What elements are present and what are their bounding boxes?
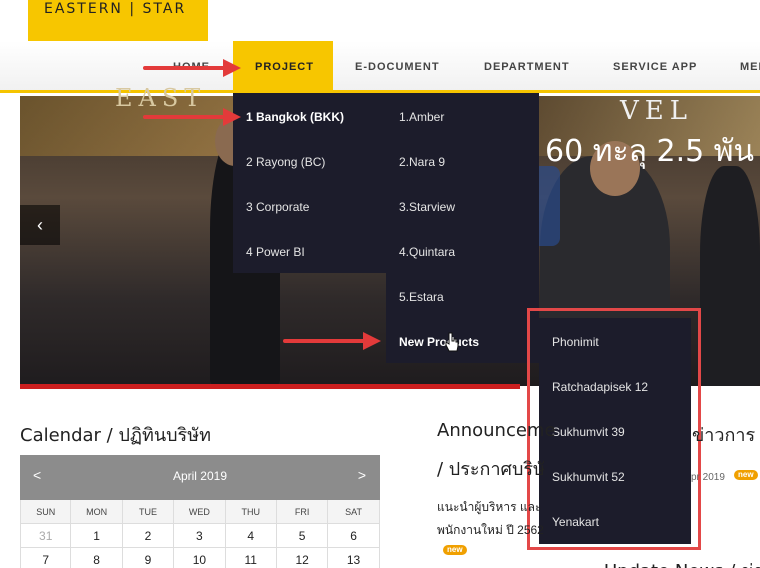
slider-prev-button[interactable]: ‹ [20, 205, 60, 245]
nav-project-label: PROJECT [255, 61, 314, 73]
main-nav: HOME PROJECT E-DOCUMENT DEPARTMENT SERVI… [0, 41, 760, 93]
announcement-link-line1[interactable]: แนะนำผู้บริหาร และ [437, 498, 541, 517]
new-badge: new [734, 470, 758, 480]
dropdown-item-bangkok[interactable]: 1 Bangkok (BKK) [246, 110, 344, 124]
page-root: EASTERN | STAR HOME PROJECT E-DOCUMENT D… [0, 0, 760, 568]
calendar-day[interactable]: 10 [174, 548, 226, 568]
calendar-day[interactable]: 8 [71, 548, 123, 568]
weekday-sat: SAT [328, 500, 380, 524]
calendar-day[interactable]: 7 [20, 548, 72, 568]
weekday-fri: FRI [276, 500, 329, 524]
calendar-day[interactable]: 31 [20, 524, 72, 548]
hero-progress-bar [20, 384, 520, 389]
calendar-day[interactable]: 13 [328, 548, 380, 568]
new-badge: new [443, 545, 467, 555]
calendar-day[interactable]: 12 [277, 548, 329, 568]
calendar-day[interactable]: 9 [123, 548, 175, 568]
logo-text: EASTERN | STAR [44, 1, 187, 17]
calendar-title: Calendar / ปฏิทินบริษัท [20, 425, 211, 446]
dropdown-item-nara-9[interactable]: 2.Nara 9 [399, 155, 445, 169]
weekday-sun: SUN [20, 500, 72, 524]
dropdown-item-rayong[interactable]: 2 Rayong (BC) [246, 155, 325, 169]
dropdown-item-amber[interactable]: 1.Amber [399, 110, 444, 124]
weekday-wed: WED [174, 500, 226, 524]
calendar-weekday-row: SUN MON TUE WED THU FRI SAT [20, 500, 380, 524]
calendar-week-row: 31 1 2 3 4 5 6 [20, 524, 380, 548]
calendar-next-button[interactable]: > [358, 467, 366, 483]
logo[interactable]: EASTERN | STAR [28, 0, 208, 41]
weekday-tue: TUE [122, 500, 175, 524]
nav-department[interactable]: DEPARTMENT [484, 61, 570, 73]
announcement-date: pr 2019 [691, 472, 725, 483]
calendar-day[interactable]: 11 [226, 548, 277, 568]
announcement-title-thai: ข่าวการ [692, 425, 756, 446]
dropdown-item-corporate[interactable]: 3 Corporate [246, 200, 309, 214]
nav-project[interactable]: PROJECT [233, 41, 333, 93]
nav-service-app[interactable]: SERVICE APP [613, 61, 697, 73]
chevron-left-icon: ‹ [37, 215, 43, 235]
update-news-title: Update News / ข่าว [604, 556, 760, 568]
annotation-arrow-new-products-icon [283, 332, 381, 350]
annotation-arrow-bangkok-icon [143, 108, 241, 126]
calendar-week-row: 7 8 9 10 11 12 13 [20, 548, 380, 568]
dropdown-item-new-products[interactable]: New Products [399, 335, 479, 349]
calendar-widget: < April 2019 > SUN MON TUE WED THU FRI S… [20, 455, 380, 568]
announcement-title: Announceme [437, 420, 556, 441]
dropdown-item-starview[interactable]: 3.Starview [399, 200, 455, 214]
calendar-day[interactable]: 4 [225, 524, 277, 548]
calendar-day[interactable]: 1 [71, 524, 123, 548]
calendar-month-label: April 2019 [172, 469, 228, 483]
announcement-subtitle: / ประกาศบริษั [437, 459, 545, 480]
calendar-day[interactable]: 2 [122, 524, 175, 548]
calendar-day[interactable]: 5 [276, 524, 329, 548]
dropdown-item-quintara[interactable]: 4.Quintara [399, 245, 455, 259]
dropdown-item-estara[interactable]: 5.Estara [399, 290, 444, 304]
dropdown-item-power-bi[interactable]: 4 Power BI [246, 245, 305, 259]
calendar-header: < April 2019 > [20, 455, 380, 500]
hero-sign-right: VEL [620, 96, 694, 126]
weekday-mon: MON [71, 500, 123, 524]
weekday-thu: THU [225, 500, 277, 524]
nav-more[interactable]: MEN [740, 61, 760, 73]
annotation-arrow-project-icon [143, 59, 241, 77]
nav-e-document[interactable]: E-DOCUMENT [355, 61, 440, 73]
project-dropdown-column-extension [386, 273, 539, 363]
hero-person [700, 166, 760, 386]
hand-cursor-icon [445, 332, 459, 352]
calendar-day[interactable]: 6 [328, 524, 380, 548]
calendar-day[interactable]: 3 [174, 524, 226, 548]
announcement-link-line2[interactable]: พนักงานใหม่ ปี 2562 [437, 521, 544, 540]
hero-headline: 60 ทะลุ 2.5 พัน [545, 134, 755, 169]
